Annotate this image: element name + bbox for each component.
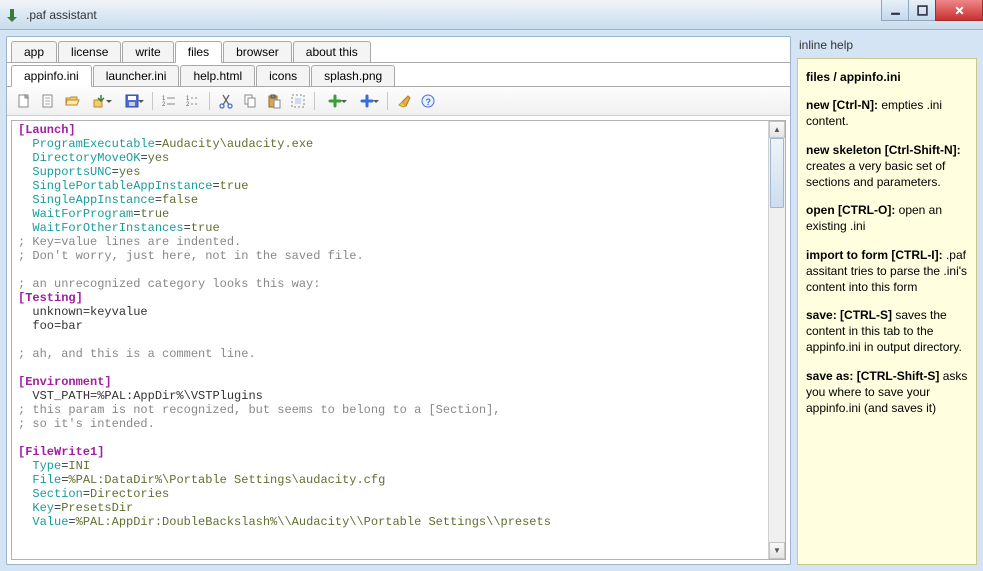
highlight-icon[interactable] [393, 90, 415, 112]
toolbar-separator [152, 92, 153, 110]
toolbar-separator [209, 92, 210, 110]
help-item: import to form [CTRL-I]: .paf assitant t… [806, 247, 968, 296]
code-editor[interactable]: [Launch] ProgramExecutable=Audacity\auda… [12, 121, 768, 559]
tab-browser[interactable]: browser [223, 41, 292, 62]
import-icon[interactable] [85, 90, 115, 112]
paste-icon[interactable] [263, 90, 285, 112]
main-pane: applicensewritefilesbrowserabout this ap… [6, 36, 791, 565]
help-item: new [Ctrl-N]: empties .ini content. [806, 97, 968, 129]
select-all-icon[interactable] [287, 90, 309, 112]
help-item: new skeleton [Ctrl-Shift-N]: creates a v… [806, 142, 968, 191]
tab-about-this[interactable]: about this [293, 41, 371, 62]
tab-files[interactable]: files [175, 41, 222, 63]
maximize-button[interactable] [908, 0, 936, 21]
help-body: files / appinfo.ini new [Ctrl-N]: empties… [797, 58, 977, 565]
subtab-icons[interactable]: icons [256, 65, 310, 86]
scroll-thumb[interactable] [770, 138, 784, 208]
content-area: applicensewritefilesbrowserabout this ap… [0, 30, 983, 571]
svg-text:?: ? [426, 97, 432, 107]
toolbar: 1212? [7, 87, 790, 116]
number-list-icon[interactable]: 12 [158, 90, 180, 112]
help-item: open [CTRL-O]: open an existing .ini [806, 202, 968, 234]
number-list2-icon[interactable]: 12 [182, 90, 204, 112]
help-item: save: [CTRL-S] saves the content in this… [806, 307, 968, 356]
editor-wrap: [Launch] ProgramExecutable=Audacity\auda… [11, 120, 786, 560]
subtab-splash-png[interactable]: splash.png [311, 65, 395, 86]
subtab-appinfo-ini[interactable]: appinfo.ini [11, 65, 92, 87]
svg-text:2: 2 [162, 102, 166, 108]
scroll-down-button[interactable]: ▼ [769, 542, 785, 559]
tab-write[interactable]: write [122, 41, 173, 62]
scroll-up-button[interactable]: ▲ [769, 121, 785, 138]
minimize-button[interactable] [881, 0, 909, 21]
add-blue-icon[interactable] [352, 90, 382, 112]
copy-icon[interactable] [239, 90, 261, 112]
toolbar-separator [387, 92, 388, 110]
new-skeleton-icon[interactable] [37, 90, 59, 112]
close-button[interactable] [935, 0, 983, 21]
help-title: inline help [797, 36, 977, 58]
help-item: save as: [CTRL-Shift-S] asks you where t… [806, 368, 968, 417]
vertical-scrollbar[interactable]: ▲ ▼ [768, 121, 785, 559]
cut-icon[interactable] [215, 90, 237, 112]
titlebar: .paf assistant [0, 0, 983, 30]
help-path: files / appinfo.ini [806, 69, 968, 85]
inner-tabstrip: appinfo.inilauncher.inihelp.htmliconsspl… [7, 63, 790, 87]
tab-license[interactable]: license [58, 41, 121, 62]
subtab-help-html[interactable]: help.html [180, 65, 255, 86]
tab-app[interactable]: app [11, 41, 57, 62]
svg-text:2: 2 [186, 102, 190, 108]
help-pane: inline help files / appinfo.ini new [Ctrl… [797, 36, 977, 565]
window-title: .paf assistant [26, 8, 97, 22]
open-icon[interactable] [61, 90, 83, 112]
new-icon[interactable] [13, 90, 35, 112]
window-controls [882, 0, 983, 21]
save-icon[interactable] [117, 90, 147, 112]
add-green-icon[interactable] [320, 90, 350, 112]
help-icon[interactable]: ? [417, 90, 439, 112]
toolbar-separator [314, 92, 315, 110]
app-icon [4, 7, 20, 23]
outer-tabstrip: applicensewritefilesbrowserabout this [7, 37, 790, 63]
subtab-launcher-ini[interactable]: launcher.ini [93, 65, 180, 86]
